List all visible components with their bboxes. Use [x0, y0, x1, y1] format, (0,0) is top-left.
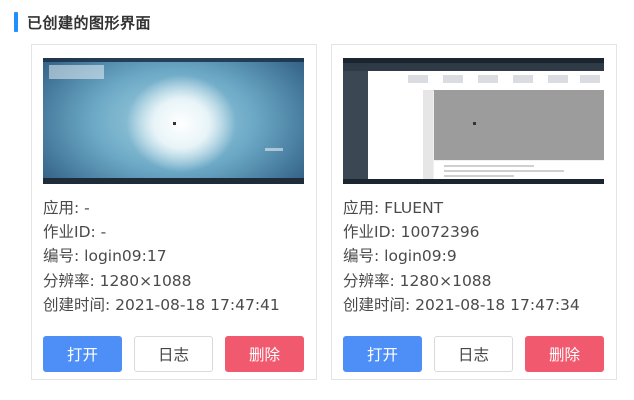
app-graphics-area [434, 90, 604, 160]
open-button[interactable]: 打开 [43, 336, 122, 372]
session-thumbnail[interactable] [343, 58, 604, 184]
desktop-icons [49, 65, 104, 79]
delete-button[interactable]: 删除 [225, 336, 304, 372]
desktop-top-panel [43, 58, 304, 62]
app-task-panel [423, 90, 433, 179]
delete-button[interactable]: 删除 [525, 336, 604, 372]
log-button[interactable]: 日志 [434, 336, 513, 372]
cursor-icon [173, 122, 176, 125]
desktop-taskbar [43, 178, 304, 184]
desktop-side-area [343, 71, 368, 179]
session-thumbnail[interactable] [43, 58, 304, 184]
session-info: 应用: FLUENT 作业ID: 10072396 编号: login09:9 … [343, 196, 580, 317]
section-title: 已创建的图形界面 [27, 13, 152, 32]
info-job-id: 作业ID: - [43, 223, 107, 242]
log-button[interactable]: 日志 [134, 336, 213, 372]
desktop-taskbar [343, 179, 604, 184]
info-session-number: 编号: login09:9 [343, 247, 457, 266]
gui-session-card: 应用: FLUENT 作业ID: 10072396 编号: login09:9 … [331, 44, 617, 380]
info-application: 应用: - [43, 199, 90, 217]
app-ribbon [368, 71, 604, 91]
session-info: 应用: - 作业ID: - 编号: login09:17 分辨率: 1280×1… [43, 196, 280, 317]
app-console [434, 161, 604, 179]
section-header: 已创建的图形界面 [14, 10, 151, 34]
info-created-time: 创建时间: 2021-08-18 17:47:41 [43, 295, 280, 314]
info-job-id: 作业ID: 10072396 [343, 223, 480, 242]
os-logo [265, 148, 283, 167]
desktop-top-panel [343, 58, 604, 63]
section-accent-bar [14, 12, 18, 32]
info-resolution: 分辨率: 1280×1088 [343, 271, 492, 290]
card-actions: 打开 日志 删除 [43, 336, 305, 372]
info-resolution: 分辨率: 1280×1088 [43, 271, 192, 290]
open-button[interactable]: 打开 [343, 336, 422, 372]
app-outline-tree [368, 90, 424, 179]
info-session-number: 编号: login09:17 [43, 247, 167, 266]
gui-session-card: 应用: - 作业ID: - 编号: login09:17 分辨率: 1280×1… [31, 44, 317, 380]
cursor-icon [473, 122, 476, 125]
info-created-time: 创建时间: 2021-08-18 17:47:34 [343, 295, 580, 314]
card-actions: 打开 日志 删除 [343, 336, 605, 372]
info-application: 应用: FLUENT [343, 199, 444, 217]
